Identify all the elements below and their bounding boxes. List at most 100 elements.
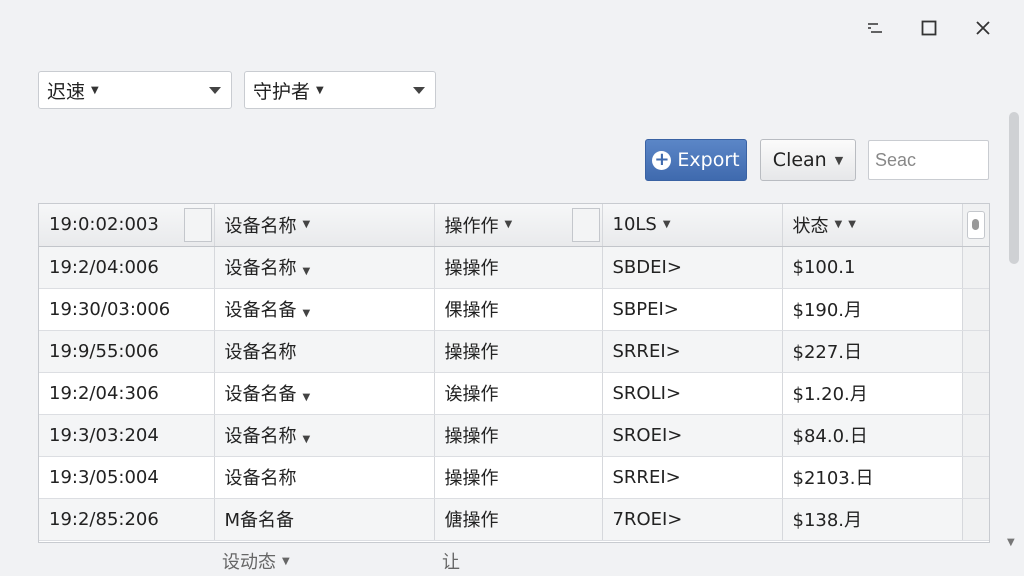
cell-value: 倮操作 [444, 300, 499, 321]
cell-value: 操操作 [444, 426, 499, 447]
table-scroll-track[interactable] [962, 456, 989, 499]
close-icon[interactable] [956, 14, 1010, 42]
column-filter-box[interactable] [571, 207, 600, 242]
data-table: 19:0:02:003 设备名称 ▼ 操作作 ▼ 10LS ▼ 状态 ▼ ▼ 1… [38, 203, 990, 543]
table-scroll-track[interactable] [962, 288, 989, 331]
table-scroll-track[interactable] [962, 372, 989, 415]
scroll-down-icon[interactable]: ▼ [1007, 537, 1015, 548]
table-cell: SROLI> [602, 372, 783, 415]
table-cell: 设备名称 ▼ [214, 246, 435, 289]
table-row[interactable]: 19:2/04:306 设备名备 ▼ 诶操作 SROLI> $1.20.月 [39, 372, 989, 415]
filter-dropdown-guardian[interactable]: 守护者 ▼ [244, 71, 436, 109]
column-header-device-name[interactable]: 设备名称 ▼ [214, 204, 435, 247]
cell-value: $84.0.日 [792, 426, 868, 447]
table-row[interactable]: 19:2/04:006 设备名称 ▼ 操操作 SBDEI> $100.1 [39, 246, 989, 289]
table-cell: 19:2/04:006 [39, 246, 215, 289]
cell-value: 19:2/04:306 [49, 382, 159, 404]
cell-value: 7ROEI> [612, 508, 683, 530]
cell-value: 傏操作 [444, 510, 499, 531]
cell-value: M备名备 [224, 510, 295, 531]
filter-dropdown-speed[interactable]: 迟速 ▼ [38, 71, 232, 109]
table-cell: 19:9/55:006 [39, 330, 215, 373]
column-header-time[interactable]: 19:0:02:003 [39, 204, 215, 247]
table-cell: 19:2/04:306 [39, 372, 215, 415]
table-row[interactable]: 19:3/05:004 设备名称 操操作 SRREI> $2103.日 [39, 456, 989, 499]
clean-dropdown-button[interactable]: Clean ▼ [760, 139, 856, 181]
table-cell: 19:3/05:004 [39, 456, 215, 499]
table-cell: 设备名备 ▼ [214, 372, 435, 415]
table-cell: 操操作 [434, 246, 603, 289]
table-cell: $190.月 [782, 288, 963, 331]
table-cell: 操操作 [434, 330, 603, 373]
maximize-icon[interactable] [902, 14, 956, 42]
header-label: 19:0:02:003 [49, 214, 159, 236]
column-filter-box[interactable] [183, 207, 212, 242]
header-label: 设备名称 [224, 215, 297, 237]
row-caret-icon[interactable]: ▼ [303, 308, 311, 319]
column-header-status[interactable]: 状态 ▼ ▼ [782, 204, 963, 247]
chevron-down-icon[interactable] [199, 72, 231, 108]
table-cell: SRREI> [602, 456, 783, 499]
header-label: 状态 [792, 215, 829, 237]
column-header-operation[interactable]: 操作作 ▼ [434, 204, 603, 247]
cell-value: 19:3/05:004 [49, 466, 159, 488]
cell-value: 操操作 [444, 468, 499, 489]
sort-caret-icon: ▼ [662, 219, 671, 231]
minimize-icon[interactable] [848, 14, 902, 42]
table-scroll-track[interactable] [962, 330, 989, 373]
search-input[interactable] [868, 140, 989, 180]
cell-value: SBPEI> [612, 298, 679, 320]
sort-caret-icon: ▼ [848, 219, 856, 231]
table-cell: 19:30/03:006 [39, 288, 215, 331]
cell-value: $2103.日 [792, 468, 874, 489]
table-scroll-track[interactable] [962, 414, 989, 457]
scrollbar-thumb[interactable] [1009, 112, 1019, 264]
table-scroll-track[interactable] [962, 498, 989, 541]
cell-value: 操操作 [444, 342, 499, 363]
sort-caret-icon: ▼ [302, 219, 311, 231]
filter-label: 迟速 [47, 80, 86, 103]
window-scrollbar[interactable]: ▼ [1002, 108, 1024, 548]
table-scroll-header[interactable] [962, 204, 989, 247]
table-row[interactable]: 19:3/03:204 设备名称 ▼ 操操作 SROEI> $84.0.日 [39, 414, 989, 457]
table-cell: 操操作 [434, 456, 603, 499]
table-cell: 设备名称 ▼ [214, 414, 435, 457]
table-cell: 7ROEI> [602, 498, 783, 541]
cell-value: 19:9/55:006 [49, 340, 159, 362]
scroll-handle-icon[interactable] [966, 210, 985, 239]
table-row[interactable]: 19:2/85:206 M备名备 傏操作 7ROEI> $138.月 [39, 498, 989, 541]
cell-value: SROLI> [612, 382, 682, 404]
table-cell: 倮操作 [434, 288, 603, 331]
chevron-down-icon[interactable] [403, 72, 435, 108]
sort-caret-icon: ▼ [834, 219, 843, 231]
cell-value: 设备名称 [224, 258, 297, 279]
cell-value: 设备名备 [224, 384, 297, 405]
header-label: 操作作 [444, 215, 499, 237]
cell-value: SBDEI> [612, 256, 682, 278]
table-cell: M备名备 [214, 498, 435, 541]
cell-value: SRREI> [612, 340, 681, 362]
table-scroll-track[interactable] [962, 246, 989, 289]
export-button[interactable]: + Export [645, 139, 747, 181]
column-header-tools[interactable]: 10LS ▼ [602, 204, 783, 247]
cell-value: $138.月 [792, 510, 863, 531]
cell-value: 19:3/03:204 [49, 424, 159, 446]
plus-circle-icon: + [652, 149, 672, 170]
table-cell: 诶操作 [434, 372, 603, 415]
table-cell: 19:2/85:206 [39, 498, 215, 541]
table-row[interactable]: 19:9/55:006 设备名称 操操作 SRREI> $227.日 [39, 330, 989, 373]
table-cell: SBDEI> [602, 246, 783, 289]
row-caret-icon[interactable]: ▼ [303, 392, 311, 403]
table-cell: $227.日 [782, 330, 963, 373]
sort-caret-icon: ▼ [282, 555, 290, 567]
table-cell: $100.1 [782, 246, 963, 289]
row-caret-icon[interactable]: ▼ [303, 266, 311, 277]
table-cell: SRREI> [602, 330, 783, 373]
cell-value: 19:2/85:206 [49, 508, 159, 530]
cell-value: 诶操作 [444, 384, 499, 405]
table-cell: 操操作 [434, 414, 603, 457]
sort-caret-icon: ▼ [504, 219, 513, 231]
row-caret-icon[interactable]: ▼ [303, 434, 311, 445]
table-row[interactable]: 19:30/03:006 设备名备 ▼ 倮操作 SBPEI> $190.月 [39, 288, 989, 331]
table-header-row: 19:0:02:003 设备名称 ▼ 操作作 ▼ 10LS ▼ 状态 ▼ ▼ [39, 204, 989, 247]
